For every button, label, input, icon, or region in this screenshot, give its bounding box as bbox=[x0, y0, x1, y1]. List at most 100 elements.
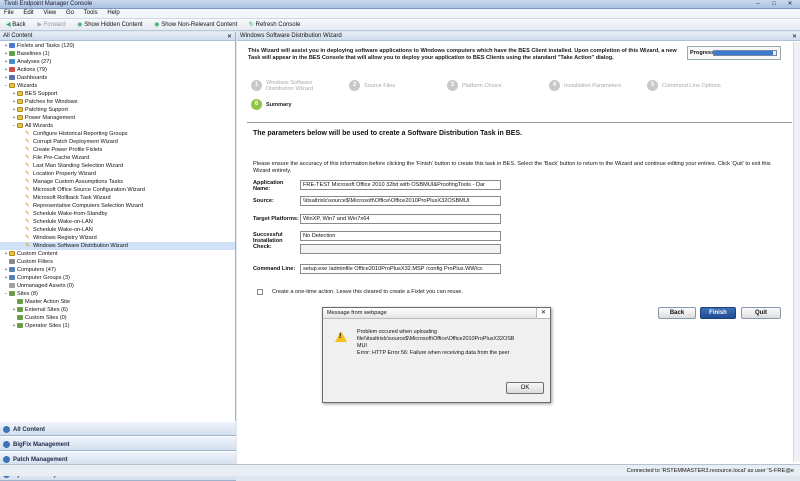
forward-arrow-icon: ▶ bbox=[37, 22, 42, 28]
menu-go[interactable]: Go bbox=[62, 9, 78, 17]
source-field[interactable]: \\itsaltrislc\source$\Microsoft\Office\O… bbox=[300, 196, 501, 206]
tree-item[interactable]: − All Wizards bbox=[0, 122, 235, 130]
dialog-close-button[interactable]: ✕ bbox=[536, 308, 550, 318]
tree-item[interactable]: ✎ Schedule Wake-on-LAN bbox=[0, 226, 235, 234]
tree-item[interactable]: + Patches for Windows bbox=[0, 98, 235, 106]
nav-all-content[interactable]: All Content bbox=[0, 421, 236, 436]
tree-item-label: BES Support bbox=[25, 91, 58, 97]
tree-item[interactable]: ✎ Manage Custom Assumptions Tasks bbox=[0, 178, 235, 186]
filter-icon bbox=[9, 259, 15, 265]
application-name-label: Application Name: bbox=[253, 180, 284, 192]
quit-button[interactable]: Quit bbox=[741, 307, 781, 319]
tree-item-label: Last Man Standing Selection Wizard bbox=[33, 163, 124, 169]
tree-item[interactable]: ✎ Location Property Wizard bbox=[0, 170, 235, 178]
maximize-button[interactable]: □ bbox=[768, 1, 780, 8]
tree-item[interactable]: ✎ Corrupt Patch Deployment Wizard bbox=[0, 138, 235, 146]
tree-item[interactable]: Custom Filters bbox=[0, 258, 235, 266]
tree-item[interactable]: + Power Management bbox=[0, 114, 235, 122]
wizard-icon: ✎ bbox=[25, 235, 31, 242]
tree-item[interactable]: ✎ Create Power Profile Fixlets bbox=[0, 146, 235, 154]
installation-check-field[interactable]: No Detection bbox=[300, 231, 501, 241]
installation-check-detail-field[interactable] bbox=[300, 244, 501, 254]
tree-item[interactable]: + Actions (79) bbox=[0, 66, 235, 74]
minimize-button[interactable]: – bbox=[752, 1, 764, 8]
tree-item[interactable]: Master Action Site bbox=[0, 298, 235, 306]
target-platforms-field[interactable]: WinXP, Win7 and Win7x64 bbox=[300, 214, 501, 224]
site-icon bbox=[17, 315, 23, 321]
tree-item[interactable]: ✎ Windows Software Distribution Wizard bbox=[0, 242, 235, 250]
step-label: Platform Choice bbox=[462, 83, 502, 89]
tree-item[interactable]: + Operator Sites (1) bbox=[0, 322, 235, 330]
tree-item[interactable]: + BES Support bbox=[0, 90, 235, 98]
show-nonrelevant-label: Show Non-Relevant Content bbox=[161, 22, 238, 28]
tree-item[interactable]: + Computers (47) bbox=[0, 266, 235, 274]
menu-tools[interactable]: Tools bbox=[80, 9, 102, 17]
tree-item[interactable]: − Sites (8) bbox=[0, 290, 235, 298]
nav-label: BigFix Management bbox=[13, 442, 70, 449]
dialog-ok-button[interactable]: OK bbox=[506, 382, 544, 394]
tree-item[interactable]: ✎ Schedule Wake-from-Standby bbox=[0, 210, 235, 218]
back-button[interactable]: Back bbox=[658, 307, 696, 319]
finish-button[interactable]: Finish bbox=[700, 307, 736, 319]
tree-item-label: Windows Software Distribution Wizard bbox=[33, 243, 128, 249]
tree-item-label: Master Action Site bbox=[25, 299, 71, 305]
nav-bigfix-management[interactable]: BigFix Management bbox=[0, 436, 236, 451]
tree-item[interactable]: ✎ Schedule Wake-on-LAN bbox=[0, 218, 235, 226]
menu-edit[interactable]: Edit bbox=[19, 9, 37, 17]
tree-item[interactable]: + Dashboards bbox=[0, 74, 235, 82]
close-wizard-icon[interactable]: ✕ bbox=[792, 33, 797, 40]
fixlet-icon bbox=[9, 43, 15, 49]
wizard-icon: ✎ bbox=[25, 179, 31, 186]
tree-item[interactable]: ✎ Microsoft Rollback Task Wizard bbox=[0, 194, 235, 202]
tree-item[interactable]: ✎ Windows Registry Wizard bbox=[0, 234, 235, 242]
tree-item[interactable]: ✎ Microsoft Office Source Configuration W… bbox=[0, 186, 235, 194]
wizard-scrollbar[interactable] bbox=[793, 42, 800, 462]
tree-item[interactable]: + Custom Content bbox=[0, 250, 235, 258]
all-content-icon bbox=[3, 426, 10, 433]
menu-view[interactable]: View bbox=[39, 9, 60, 17]
folder-icon bbox=[17, 107, 23, 113]
one-time-action-checkbox[interactable] bbox=[257, 289, 263, 295]
eye-icon: ◉ bbox=[77, 22, 83, 28]
wizard-icon: ✎ bbox=[25, 171, 31, 178]
wizard-icon: ✎ bbox=[25, 227, 31, 234]
wizard-icon: ✎ bbox=[25, 139, 31, 146]
dashboard-icon bbox=[9, 75, 15, 81]
show-hidden-button[interactable]: ◉ Show Hidden Content bbox=[73, 19, 146, 30]
navigation-pane: All Content ✕ + Fixlets and Tasks (120) + B… bbox=[0, 32, 236, 481]
forward-label: Forward bbox=[43, 22, 66, 28]
tree-item[interactable]: + Analyses (27) bbox=[0, 58, 235, 66]
dialog-message: Problem occured when uploading file\\its… bbox=[357, 329, 545, 357]
tree-item-label: Schedule Wake-on-LAN bbox=[33, 219, 93, 225]
refresh-console-button[interactable]: ↻ Refresh Console bbox=[245, 19, 304, 30]
tree-item[interactable]: + Patching Support bbox=[0, 106, 235, 114]
close-pane-icon[interactable]: ✕ bbox=[227, 33, 232, 40]
command-line-field[interactable]: setup.exe /adminfile Office2010ProPlusX3… bbox=[300, 264, 501, 274]
tree-item[interactable]: − Wizards bbox=[0, 82, 235, 90]
patch-icon bbox=[3, 456, 10, 463]
tree-item[interactable]: Unmanaged Assets (0) bbox=[0, 282, 235, 290]
tree-item-label: Windows Registry Wizard bbox=[33, 235, 97, 241]
tree-item[interactable]: + Baselines (1) bbox=[0, 50, 235, 58]
menu-help[interactable]: Help bbox=[103, 9, 123, 17]
application-name-field[interactable]: FRE-TEST Microsoft Office 2010 32bit wit… bbox=[300, 180, 501, 190]
close-window-button[interactable]: ✕ bbox=[784, 1, 796, 8]
forward-toolbar-button[interactable]: ▶ Forward bbox=[33, 19, 69, 30]
tree-item[interactable]: ✎ Last Man Standing Selection Wizard bbox=[0, 162, 235, 170]
tree-item[interactable]: ✎ Configure Historical Reporting Groups bbox=[0, 130, 235, 138]
tree-item[interactable]: ✎ Representative Computers Selection Wiza… bbox=[0, 202, 235, 210]
menu-file[interactable]: File bbox=[0, 9, 18, 17]
show-nonrelevant-button[interactable]: ◉ Show Non-Relevant Content bbox=[150, 19, 241, 30]
tree-item[interactable]: + Computer Groups (3) bbox=[0, 274, 235, 282]
tree-item[interactable]: ✎ File Pre-Cache Wizard bbox=[0, 154, 235, 162]
step-label: Command Line Options bbox=[662, 83, 721, 89]
tree-item-label: Schedule Wake-from-Standby bbox=[33, 211, 108, 217]
analysis-icon bbox=[9, 59, 15, 65]
tree-item[interactable]: + Fixlets and Tasks (120) bbox=[0, 42, 235, 50]
back-toolbar-button[interactable]: ◀ Back bbox=[2, 19, 30, 30]
action-icon bbox=[9, 67, 15, 73]
site-icon bbox=[17, 299, 23, 305]
tree-item[interactable]: + External Sites (6) bbox=[0, 306, 235, 314]
tree-item-label: External Sites (6) bbox=[25, 307, 68, 313]
tree-item[interactable]: Custom Sites (0) bbox=[0, 314, 235, 322]
